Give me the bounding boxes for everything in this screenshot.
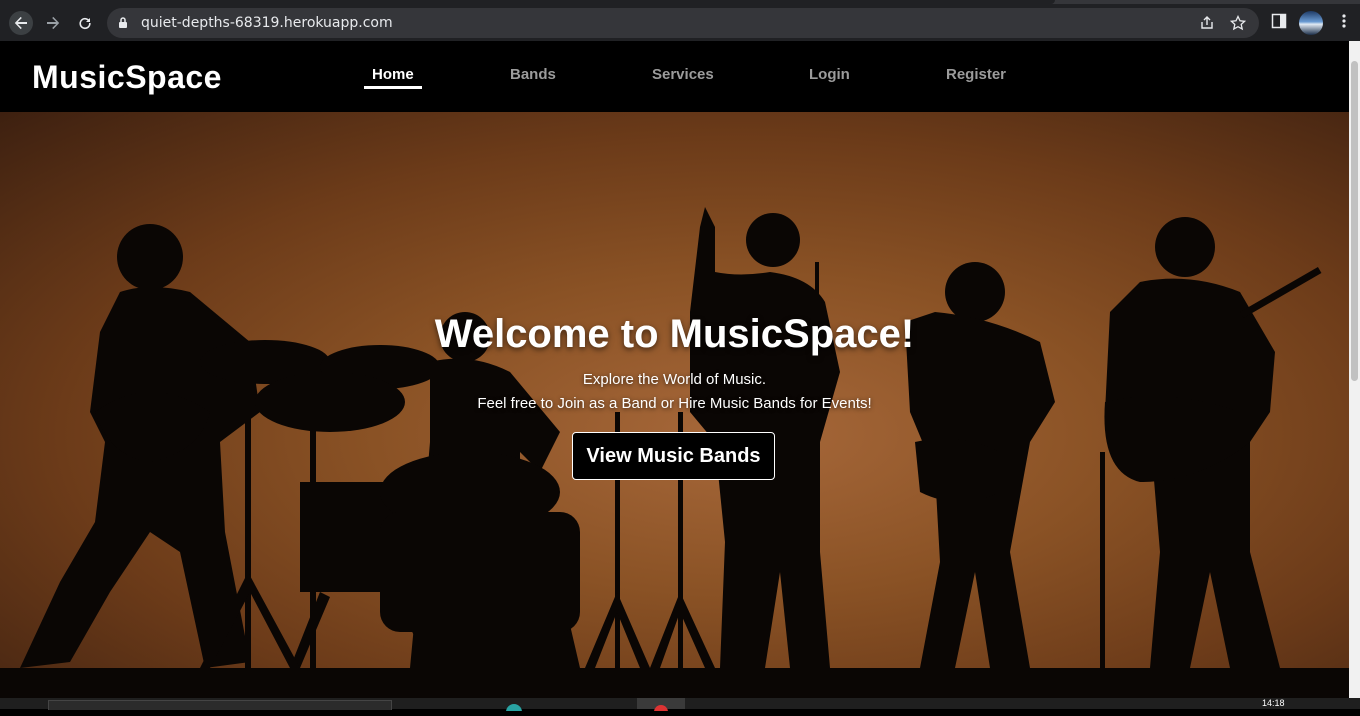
nav-link-bands[interactable]: Bands bbox=[510, 41, 556, 109]
web-page: MusicSpace Home Bands Services Login Reg… bbox=[0, 41, 1349, 698]
os-taskbar: 14:18 bbox=[0, 698, 1360, 716]
star-icon[interactable] bbox=[1230, 15, 1246, 31]
url-text[interactable]: quiet-depths-68319.herokuapp.com bbox=[141, 8, 393, 38]
taskbar-active-app[interactable] bbox=[637, 698, 685, 716]
reload-icon bbox=[79, 17, 91, 30]
view-music-bands-button[interactable]: View Music Bands bbox=[572, 432, 775, 480]
nav-link-login[interactable]: Login bbox=[809, 41, 850, 109]
hero-subtitle-line1: Explore the World of Music. bbox=[582, 371, 767, 388]
nav-link-register[interactable]: Register bbox=[946, 41, 1006, 109]
scrollbar-thumb[interactable] bbox=[1351, 61, 1358, 381]
back-button[interactable] bbox=[9, 11, 33, 35]
more-menu-icon[interactable] bbox=[1336, 13, 1352, 29]
hero-subtitle-line2: Feel free to Join as a Band or Hire Musi… bbox=[477, 395, 872, 412]
nav-link-home[interactable]: Home bbox=[364, 41, 422, 109]
hero-section: Welcome to MusicSpace! Explore the World… bbox=[0, 112, 1349, 698]
site-logo[interactable]: MusicSpace bbox=[32, 41, 222, 113]
site-navbar: MusicSpace Home Bands Services Login Reg… bbox=[0, 41, 1349, 112]
nav-link-services[interactable]: Services bbox=[652, 41, 714, 109]
browser-toolbar: quiet-depths-68319.herokuapp.com bbox=[0, 0, 1360, 44]
page-scrollbar[interactable] bbox=[1349, 41, 1360, 698]
hero-title: Welcome to MusicSpace! bbox=[434, 312, 915, 356]
taskbar-app-icon[interactable] bbox=[500, 698, 528, 716]
side-panel-icon[interactable] bbox=[1271, 13, 1287, 29]
share-icon[interactable] bbox=[1199, 15, 1215, 31]
reload-button[interactable] bbox=[73, 11, 97, 35]
profile-avatar[interactable] bbox=[1299, 11, 1323, 35]
arrow-left-icon bbox=[14, 16, 27, 30]
forward-button[interactable] bbox=[41, 11, 65, 35]
browser-app-icon bbox=[654, 705, 668, 716]
address-bar[interactable]: quiet-depths-68319.herokuapp.com bbox=[107, 8, 1259, 38]
arrow-right-icon bbox=[47, 16, 60, 30]
tab-strip bbox=[0, 0, 1360, 4]
taskbar-clock: 14:18 bbox=[1262, 698, 1285, 708]
lock-icon bbox=[119, 17, 127, 28]
app-icon bbox=[506, 704, 522, 716]
